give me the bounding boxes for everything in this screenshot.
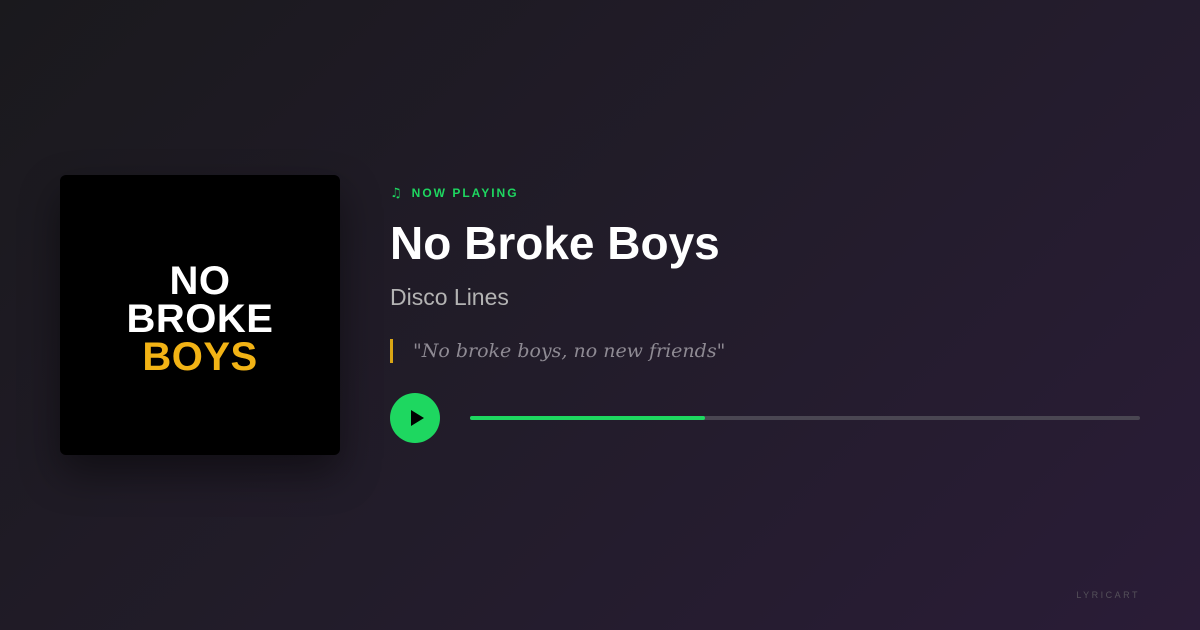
lyric-text: "No broke boys, no new friends"	[413, 340, 726, 362]
cover-text-line-3: BOYS	[142, 335, 258, 379]
track-title: No Broke Boys	[390, 217, 720, 269]
now-playing-label: ♫ NOW PLAYING	[390, 183, 1140, 203]
play-icon	[410, 410, 424, 426]
cover-text-line-2: BROKE	[126, 297, 274, 341]
cover-text-line-1: NO	[169, 259, 231, 303]
lyric-quote: "No broke boys, no new friends"	[390, 339, 1140, 363]
music-note-icon: ♫	[390, 185, 404, 201]
brand-watermark: LYRICART	[1076, 590, 1140, 600]
now-playing-text: NOW PLAYING	[411, 186, 519, 200]
album-cover: NO BROKE BOYS	[60, 175, 340, 455]
track-artist: Disco Lines	[390, 284, 509, 310]
play-button[interactable]	[390, 393, 440, 443]
progress-bar[interactable]	[470, 416, 1140, 420]
track-info: ♫ NOW PLAYING No Broke Boys Disco Lines …	[390, 183, 1140, 443]
player-controls	[390, 393, 1140, 443]
progress-fill	[470, 416, 705, 420]
